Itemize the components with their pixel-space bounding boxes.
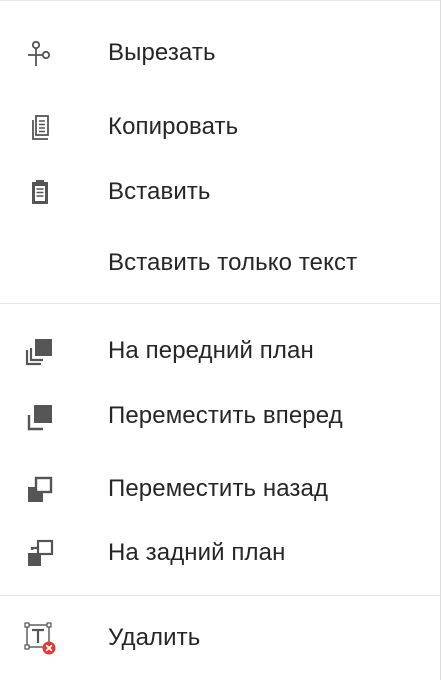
menu-item-label: Копировать [108,113,239,140]
menu-item-label: На задний план [108,539,286,566]
scissors-icon [22,35,58,71]
send-to-back-icon [22,535,58,571]
menu-item-label: Удалить [108,624,201,651]
menu-item-label: Вставить только текст [108,249,358,276]
menu-item-label: Переместить вперед [108,402,343,429]
menu-item-send-to-back[interactable]: На задний план [0,523,441,583]
menu-item-label: Вставить [108,178,211,205]
menu-item-copy[interactable]: Копировать [0,97,441,157]
bring-to-front-icon [22,333,58,369]
bring-forward-icon [22,398,58,434]
menu-divider [0,303,441,304]
menu-item-cut[interactable]: Вырезать [0,23,441,83]
menu-item-paste-text-only[interactable]: Вставить только текст [0,233,441,293]
menu-item-send-backward[interactable]: Переместить назад [0,459,441,519]
send-backward-icon [22,471,58,507]
menu-item-bring-forward[interactable]: Переместить вперед [0,386,441,446]
paste-icon [22,174,58,210]
menu-item-label: Переместить назад [108,475,329,502]
copy-icon [22,109,58,145]
menu-item-bring-to-front[interactable]: На передний план [0,321,441,381]
menu-divider [0,595,441,596]
menu-item-label: На передний план [108,337,314,364]
delete-text-box-icon [22,620,58,656]
context-menu: Вырезать Копировать Вставить Вставить то… [0,0,441,680]
menu-item-paste[interactable]: Вставить [0,162,441,222]
menu-item-label: Вырезать [108,39,216,66]
menu-item-delete[interactable]: Удалить [0,608,441,668]
